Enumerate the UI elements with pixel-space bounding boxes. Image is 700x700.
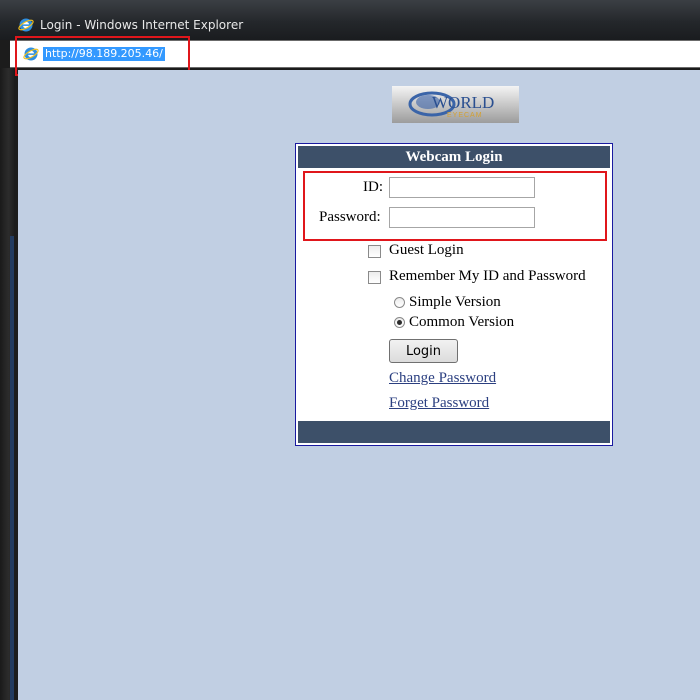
window-title: Login - Windows Internet Explorer (40, 18, 244, 32)
logo-text-main: WORLD (432, 93, 494, 112)
remember-label: Remember My ID and Password (389, 268, 586, 284)
common-version-radio[interactable] (394, 317, 405, 328)
guest-login-label: Guest Login (389, 242, 464, 258)
simple-version-radio[interactable] (394, 297, 405, 308)
login-panel: Webcam Login ID: Password: Guest Login R… (295, 143, 613, 446)
panel-footer (298, 421, 610, 443)
simple-version-label: Simple Version (409, 294, 501, 310)
guest-login-checkbox[interactable] (368, 245, 381, 258)
logo-text-sub: EYECAM (447, 112, 483, 119)
common-version-label: Common Version (409, 314, 515, 330)
login-button[interactable]: Login (389, 339, 458, 363)
window-left-frame-accent (10, 236, 14, 700)
panel-header: Webcam Login (298, 146, 610, 168)
ie-icon (18, 18, 34, 32)
window-titlebar[interactable]: Login - Windows Internet Explorer (0, 0, 700, 40)
world-eyecam-logo: WORLD EYECAM (392, 86, 519, 123)
remember-checkbox[interactable] (368, 271, 381, 284)
forget-password-link[interactable]: Forget Password (389, 395, 489, 412)
page-content: WORLD EYECAM Webcam Login ID: Password: … (18, 70, 700, 700)
change-password-link[interactable]: Change Password (389, 370, 496, 387)
credentials-highlight-box (303, 171, 607, 241)
